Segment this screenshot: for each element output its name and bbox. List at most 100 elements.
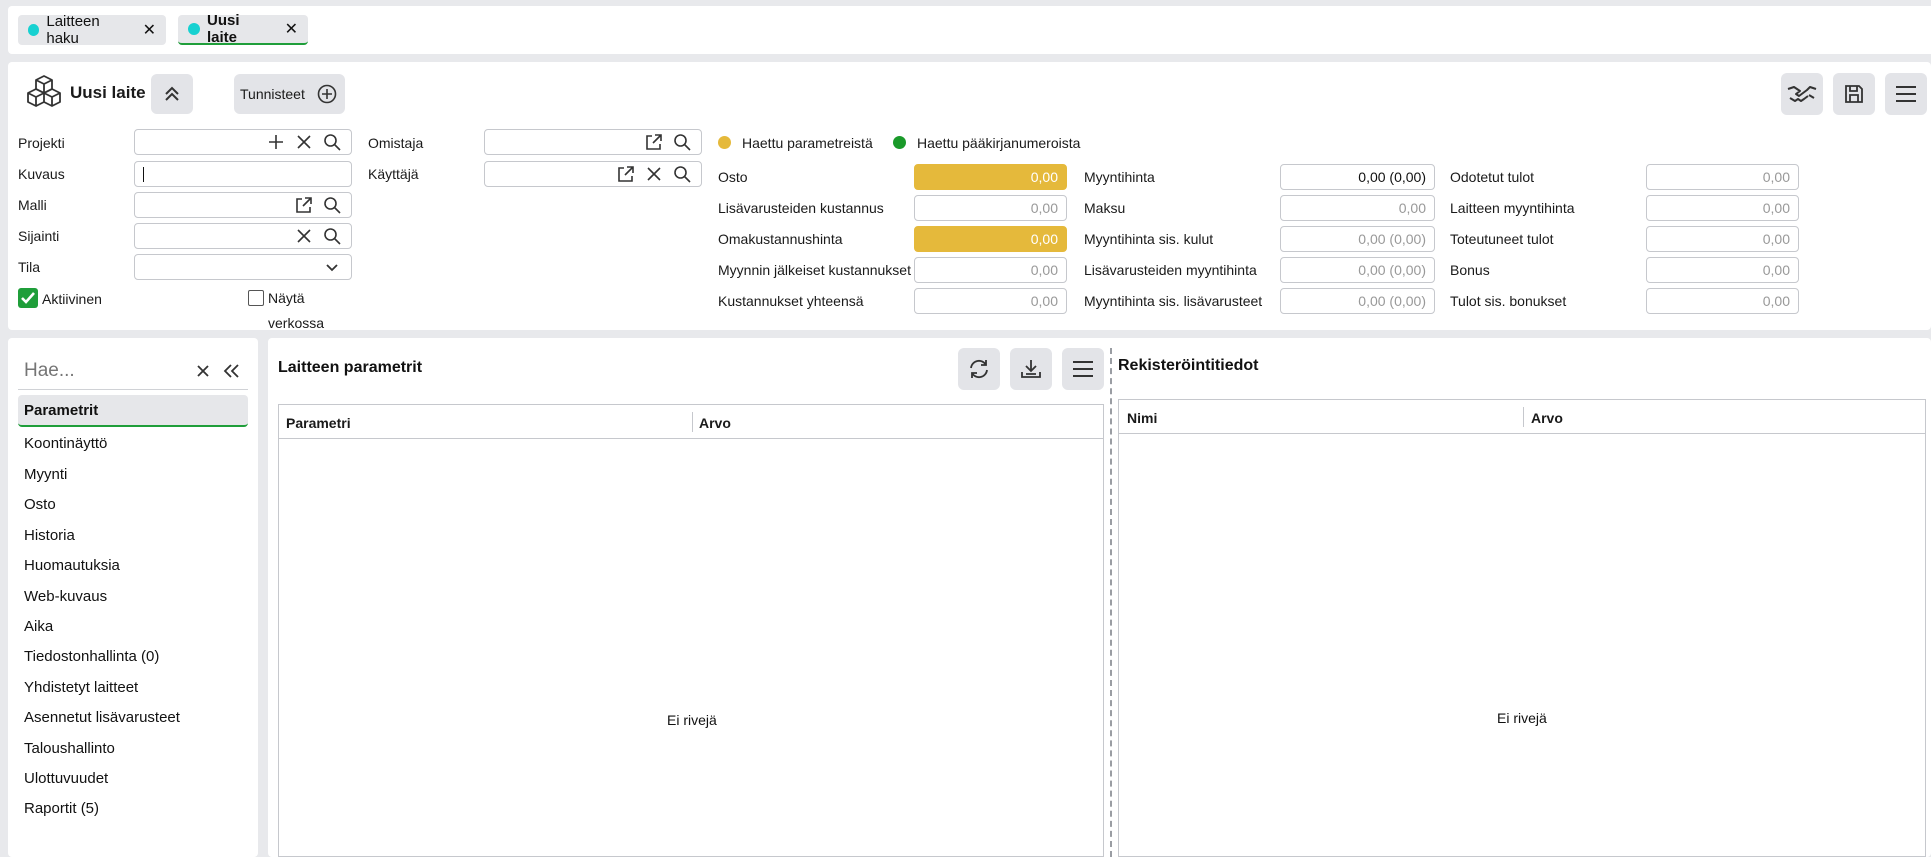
maksu-value[interactable]: 0,00 bbox=[1280, 195, 1435, 221]
refresh-button[interactable] bbox=[958, 348, 1000, 390]
myyntihinta-sis-kulut-value[interactable]: 0,00 (0,00) bbox=[1280, 226, 1435, 252]
external-link-icon bbox=[618, 166, 634, 182]
download-button[interactable] bbox=[1010, 348, 1052, 390]
osto-value[interactable]: 0,00 bbox=[914, 164, 1067, 190]
kustannukset-yhteensa-value[interactable]: 0,00 bbox=[914, 288, 1067, 314]
myynnin-jalkeiset-value[interactable]: 0,00 bbox=[914, 257, 1067, 283]
chevrons-left-icon[interactable] bbox=[222, 362, 240, 380]
nav-item-huomautuksia[interactable]: Huomautuksia bbox=[24, 557, 120, 574]
odotetut-tulot-label: Odotetut tulot bbox=[1450, 169, 1535, 185]
legend-ledger-label: Haettu pääkirjanumeroista bbox=[917, 135, 1081, 151]
close-icon bbox=[297, 135, 311, 149]
kayttaja-label: Käyttäjä bbox=[368, 166, 419, 182]
tunnisteet-label: Tunnisteet bbox=[240, 86, 305, 102]
myyntihinta-sis-kulut-label: Myyntihinta sis. kulut bbox=[1084, 231, 1214, 247]
tila-select[interactable] bbox=[134, 254, 352, 280]
clear-search-icon[interactable] bbox=[195, 363, 211, 379]
handshake-button[interactable] bbox=[1781, 73, 1823, 115]
tab-laitteen-haku[interactable]: Laitteen haku ✕ bbox=[18, 13, 166, 47]
myyntihinta-sis-lisavarusteet-label: Myyntihinta sis. lisävarusteet bbox=[1084, 293, 1263, 309]
column-separator[interactable] bbox=[1523, 407, 1524, 427]
nav-search-input[interactable] bbox=[18, 356, 188, 386]
menu-button[interactable] bbox=[1885, 73, 1927, 115]
kuvaus-input[interactable] bbox=[134, 161, 352, 187]
add-circle-icon bbox=[317, 84, 337, 104]
nav-item-asennetut-lisavarusteet[interactable]: Asennetut lisävarusteet bbox=[24, 709, 180, 726]
close-icon[interactable]: ✕ bbox=[143, 20, 156, 40]
maksu-label: Maksu bbox=[1084, 200, 1126, 216]
col-header-arvo[interactable]: Arvo bbox=[699, 415, 731, 431]
aktiivinen-checkbox[interactable] bbox=[18, 288, 38, 308]
kustannukset-yhteensa-label: Kustannukset yhteensä bbox=[718, 293, 864, 309]
legend-ledger-dot bbox=[893, 136, 906, 149]
legend-params-label: Haettu parametreistä bbox=[742, 135, 873, 151]
col-header-nimi[interactable]: Nimi bbox=[1127, 410, 1157, 426]
search-icon bbox=[324, 134, 341, 151]
empty-message: Ei rivejä bbox=[667, 712, 717, 728]
legend-params-dot bbox=[718, 136, 731, 149]
laitteen-myyntihinta-value[interactable]: 0,00 bbox=[1646, 195, 1799, 221]
tila-label: Tila bbox=[18, 259, 41, 275]
collapse-button[interactable] bbox=[151, 74, 193, 114]
nav-item-historia[interactable]: Historia bbox=[24, 527, 75, 544]
lisavarusteiden-myyntihinta-value[interactable]: 0,00 (0,00) bbox=[1280, 257, 1435, 283]
nav-item-aika[interactable]: Aika bbox=[24, 618, 53, 635]
handshake-icon bbox=[1787, 86, 1817, 102]
external-link-icon bbox=[296, 197, 312, 213]
close-icon bbox=[647, 167, 661, 181]
malli-input[interactable] bbox=[134, 192, 352, 218]
myyntihinta-value[interactable]: 0,00 (0,00) bbox=[1280, 164, 1435, 190]
params-grid: Parametri Arvo Ei rivejä bbox=[278, 404, 1104, 857]
nav-item-ulottuvuudet[interactable]: Ulottuvuudet bbox=[24, 770, 108, 787]
tunnisteet-button[interactable]: Tunnisteet bbox=[234, 74, 345, 114]
save-button[interactable] bbox=[1833, 73, 1875, 115]
myyntihinta-sis-lisavarusteet-value[interactable]: 0,00 (0,00) bbox=[1280, 288, 1435, 314]
nav-item-koontinaytto[interactable]: Koontinäyttö bbox=[24, 435, 107, 452]
lisavarusteiden-kustannus-value[interactable]: 0,00 bbox=[914, 195, 1067, 221]
col-header-parametri[interactable]: Parametri bbox=[286, 415, 351, 431]
odotetut-tulot-value[interactable]: 0,00 bbox=[1646, 164, 1799, 190]
cubes-icon bbox=[26, 74, 62, 108]
page-title: Uusi laite bbox=[70, 83, 146, 102]
myyntihinta-label: Myyntihinta bbox=[1084, 169, 1155, 185]
sijainti-input[interactable] bbox=[134, 223, 352, 249]
chevrons-up-icon bbox=[165, 86, 179, 101]
reg-grid: Nimi Arvo Ei rivejä bbox=[1118, 399, 1926, 857]
panel-splitter[interactable] bbox=[1110, 348, 1112, 857]
close-icon[interactable]: ✕ bbox=[285, 19, 298, 39]
column-separator[interactable] bbox=[692, 412, 693, 432]
grid-menu-button[interactable] bbox=[1062, 348, 1104, 390]
nav-item-myynti[interactable]: Myynti bbox=[24, 466, 67, 483]
external-link-icon bbox=[646, 134, 662, 150]
toteutuneet-tulot-value[interactable]: 0,00 bbox=[1646, 226, 1799, 252]
nav-item-web-kuvaus[interactable]: Web-kuvaus bbox=[24, 588, 107, 605]
kayttaja-input[interactable] bbox=[484, 161, 702, 187]
refresh-icon bbox=[970, 359, 988, 379]
omakustannushinta-label: Omakustannushinta bbox=[718, 231, 843, 247]
bonus-value[interactable]: 0,00 bbox=[1646, 257, 1799, 283]
nav-item-taloushallinto[interactable]: Taloushallinto bbox=[24, 740, 115, 757]
nav-item-osto[interactable]: Osto bbox=[24, 496, 56, 513]
omakustannushinta-value[interactable]: 0,00 bbox=[914, 226, 1067, 252]
search-icon bbox=[324, 197, 341, 214]
lisavarusteiden-kustannus-label: Lisävarusteiden kustannus bbox=[718, 200, 884, 216]
tab-label: Laitteen haku bbox=[46, 13, 100, 47]
omistaja-input[interactable] bbox=[484, 129, 702, 155]
text-cursor bbox=[143, 167, 144, 182]
projekti-input[interactable] bbox=[134, 129, 352, 155]
toteutuneet-tulot-label: Toteutuneet tulot bbox=[1450, 231, 1554, 247]
tulot-sis-bonukset-value[interactable]: 0,00 bbox=[1646, 288, 1799, 314]
status-dot-icon bbox=[188, 23, 200, 35]
save-icon bbox=[1845, 85, 1863, 103]
myynnin-jalkeiset-label: Myynnin jälkeiset kustannukset bbox=[718, 262, 911, 278]
tab-uusi-laite[interactable]: Uusi laite ✕ bbox=[178, 12, 308, 46]
nav-item-yhdistetyt-laitteet[interactable]: Yhdistetyt laitteet bbox=[24, 679, 138, 696]
nav-item-raportit[interactable]: Raportit (5) bbox=[24, 800, 99, 817]
nav-item-parametrit[interactable]: Parametrit bbox=[24, 402, 98, 419]
col-header-arvo[interactable]: Arvo bbox=[1531, 410, 1563, 426]
nayta-verkossa-checkbox[interactable] bbox=[248, 290, 264, 306]
plus-icon bbox=[269, 135, 283, 149]
nav-item-tiedostonhallinta[interactable]: Tiedostonhallinta (0) bbox=[24, 648, 159, 665]
params-grid-header: Parametri Arvo bbox=[279, 405, 1103, 439]
search-icon bbox=[674, 134, 691, 151]
